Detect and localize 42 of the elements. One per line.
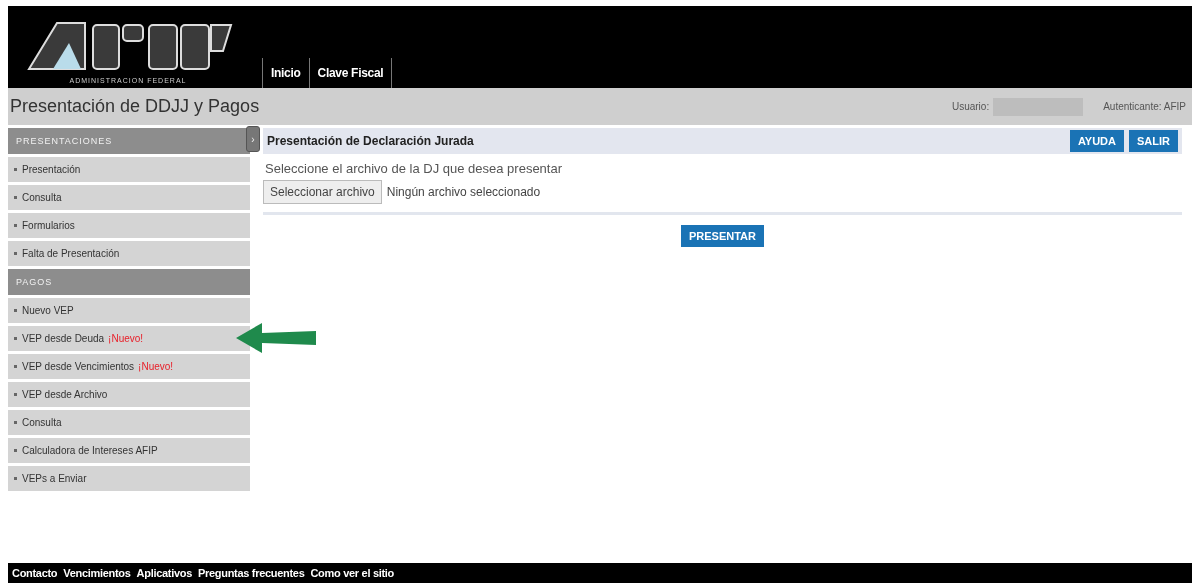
footer-link[interactable]: Como ver el sitio — [310, 567, 394, 579]
section-title: PAGOS — [15, 277, 53, 287]
auth-label: Autenticante: AFIP — [1103, 101, 1186, 112]
collapse-button[interactable]: › — [246, 126, 260, 152]
submit-button[interactable]: PRESENTAR — [681, 225, 764, 247]
bullet-icon — [14, 337, 17, 340]
bullet-icon — [14, 196, 17, 199]
page-title: Presentación de DDJJ y Pagos — [10, 96, 260, 117]
action-button[interactable]: AYUDA — [1069, 130, 1124, 152]
panel-title: Presentación de Declaración Jurada — [267, 134, 474, 148]
bullet-icon — [14, 477, 17, 480]
sidebar-item[interactable]: Consulta — [8, 185, 250, 210]
sidebar-item[interactable]: VEP desde Vencimientos ¡Nuevo! — [8, 354, 250, 379]
bullet-icon — [14, 309, 17, 312]
sidebar-item[interactable]: Formularios — [8, 213, 250, 238]
new-label: ¡Nuevo! — [138, 361, 174, 372]
user-label: Usuario: — [951, 101, 990, 112]
bullet-icon — [14, 365, 17, 368]
footer-link[interactable]: Contacto — [12, 567, 58, 579]
bullet-icon — [14, 252, 17, 255]
sidebar-item[interactable]: VEPs a Enviar — [8, 466, 250, 491]
bullet-icon — [14, 421, 17, 424]
sidebar-item[interactable]: VEP desde Archivo — [8, 382, 250, 407]
section-title: PRESENTACIONES — [15, 136, 113, 146]
sidebar-item[interactable]: Calculadora de Intereses AFIP — [8, 438, 250, 463]
bullet-icon — [14, 168, 17, 171]
bullet-icon — [14, 449, 17, 452]
bullet-icon — [14, 393, 17, 396]
footer-link[interactable]: Preguntas frecuentes — [198, 567, 305, 579]
sidebar-item[interactable]: Presentación — [8, 157, 250, 182]
sidebar-item[interactable]: VEP desde Deuda ¡Nuevo! — [8, 326, 250, 351]
file-status: Ningún archivo seleccionado — [386, 185, 541, 199]
sidebar-item[interactable]: Consulta — [8, 410, 250, 435]
instruction-text: Seleccione el archivo de la DJ que desea presentar — [265, 161, 563, 176]
sidebar-item[interactable]: Nuevo VEP — [8, 298, 250, 323]
action-button[interactable]: SALIR — [1129, 130, 1178, 152]
bullet-icon — [14, 224, 17, 227]
sidebar-item[interactable]: Falta de Presentación — [8, 241, 250, 266]
footer-link[interactable]: Aplicativos — [136, 567, 192, 579]
new-label: ¡Nuevo! — [108, 333, 144, 344]
choose-file-button[interactable]: Seleccionar archivo — [263, 180, 382, 204]
footer-link[interactable]: Vencimientos — [63, 567, 131, 579]
